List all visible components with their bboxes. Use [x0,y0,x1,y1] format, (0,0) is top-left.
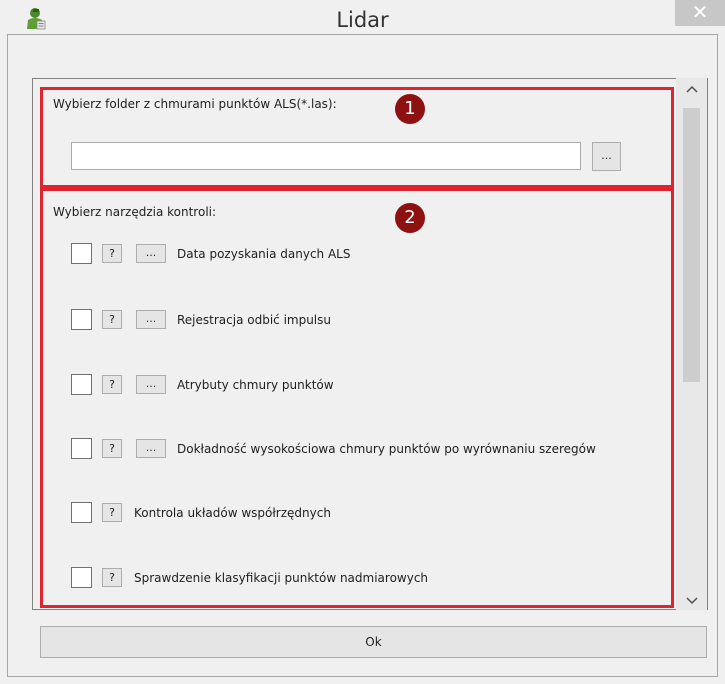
title-bar: Lidar ✕ [0,0,725,34]
options-button-3[interactable]: ... [136,375,166,394]
folder-section-label: Wybierz folder z chmurami punktów ALS(*.… [53,97,337,111]
help-button-6[interactable]: ? [102,568,122,587]
tool-checkbox-2[interactable] [71,309,92,330]
help-button-2[interactable]: ? [102,310,122,329]
ok-button[interactable]: Ok [40,626,707,658]
tool-label-3: Atrybuty chmury punktów [177,378,334,392]
help-button-3[interactable]: ? [102,375,122,394]
folder-path-input[interactable] [71,142,581,170]
tool-label-1: Data pozyskania danych ALS [177,247,351,261]
tool-label-5: Kontrola układów współrzędnych [134,506,331,520]
badge-1: 1 [395,94,425,124]
window-title: Lidar [336,8,389,32]
close-icon: ✕ [691,2,709,24]
help-button-4[interactable]: ? [102,439,122,458]
close-button[interactable]: ✕ [675,0,725,26]
vertical-scrollbar[interactable] [676,78,707,610]
chevron-up-icon[interactable] [676,78,707,98]
help-button-1[interactable]: ? [102,244,122,263]
options-button-4[interactable]: ... [136,439,166,458]
tool-checkbox-5[interactable] [71,502,92,523]
tools-section-label: Wybierz narzędzia kontroli: [53,205,217,219]
badge-2: 2 [395,203,425,233]
tool-label-2: Rejestracja odbić impulsu [177,313,332,327]
chevron-down-icon[interactable] [676,590,707,610]
browse-folder-button[interactable]: ... [592,142,621,171]
tool-checkbox-1[interactable] [71,243,92,264]
help-button-5[interactable]: ? [102,503,122,522]
options-button-1[interactable]: ... [136,244,166,263]
options-button-2[interactable]: ... [136,310,166,329]
tool-checkbox-4[interactable] [71,438,92,459]
tool-checkbox-3[interactable] [71,374,92,395]
tool-label-4: Dokładność wysokościowa chmury punktów p… [177,442,596,456]
tool-checkbox-6[interactable] [71,567,92,588]
tool-label-6: Sprawdzenie klasyfikacji punktów nadmiar… [134,571,429,585]
scrollbar-thumb[interactable] [683,108,700,382]
